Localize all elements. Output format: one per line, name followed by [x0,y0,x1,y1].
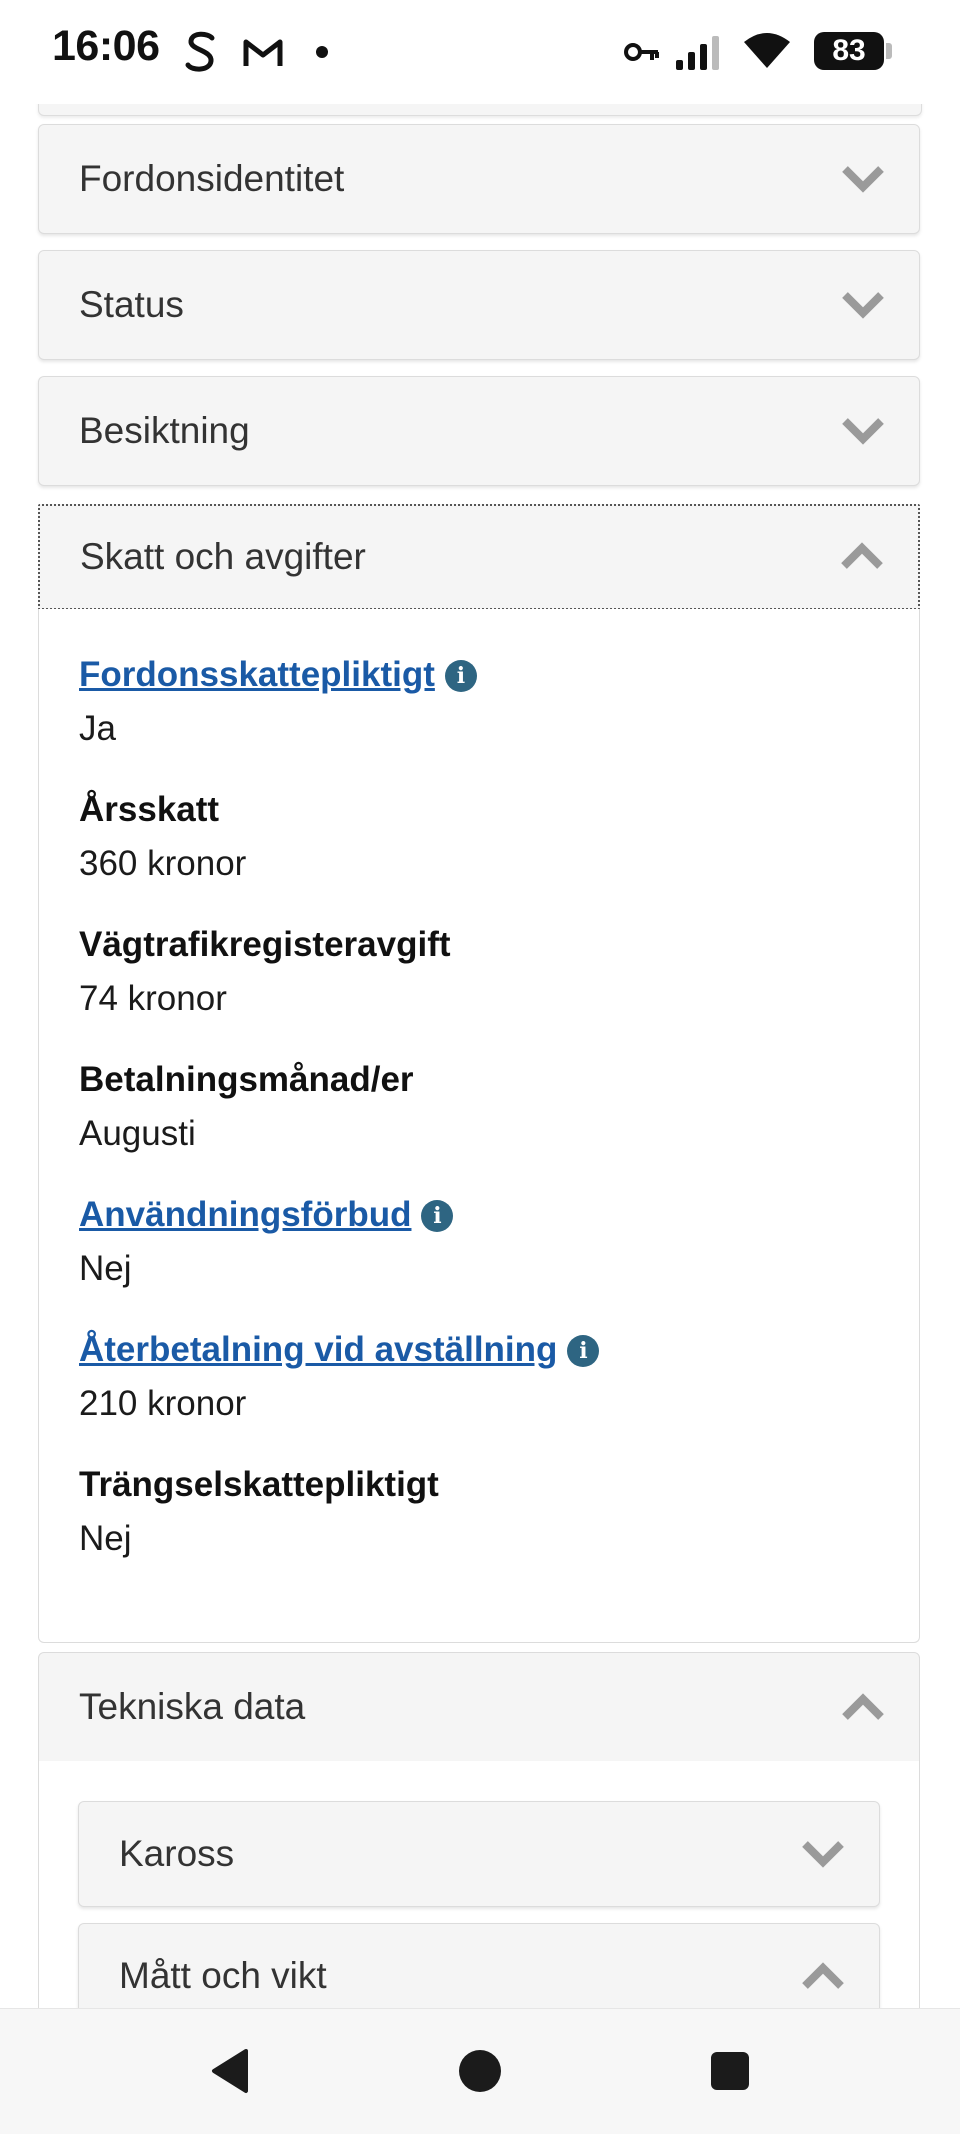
info-icon[interactable]: i [567,1335,600,1367]
accordion-title: Besiktning [79,410,250,451]
accordion-title: Tekniska data [79,1686,306,1727]
previous-panel-edge [38,104,922,116]
gmail-icon [243,39,283,66]
info-icon[interactable]: i [444,660,477,692]
accordion-title: Mått och vikt [119,1955,327,1996]
field-anvandningsforbud: Användningsförbud i Nej [79,1193,454,1291]
info-icon[interactable]: i [421,1200,454,1232]
field-fordonsskattepliktigt: Fordonsskattepliktigt i Ja [79,653,477,751]
field-value: 210 kronor [79,1384,247,1423]
back-icon[interactable] [208,2047,252,2095]
chevron-down-icon [802,1841,844,1868]
s-app-icon [185,31,215,72]
field-aterbetalning: Återbetalning vid avställning i 210 krono… [79,1328,600,1426]
field-value: 360 kronor [79,844,247,883]
accordion-title: Fordonsidentitet [79,158,345,199]
accordion-kaross[interactable]: Kaross [78,1801,880,1907]
accordion-fordonsidentitet[interactable]: Fordonsidentitet [38,124,920,234]
chevron-up-icon [802,1962,844,1989]
accordion-title: Status [79,284,184,325]
field-betalningsmanad: Betalningsmånad/er Augusti [79,1058,414,1156]
battery-level: 83 [832,34,866,67]
key-icon [624,43,659,61]
field-label: Vägtrafikregisteravgift [79,925,451,964]
accordion-status[interactable]: Status [38,250,920,360]
field-value: Nej [79,1249,132,1288]
tax-section-body: Fordonsskattepliktigt i Ja Årsskatt 360 k… [38,609,920,1643]
chevron-down-icon [842,418,884,445]
notification-dot-icon [316,46,328,58]
field-label: Trängselskattepliktigt [79,1465,439,1504]
chevron-down-icon [842,166,884,193]
field-label: Betalningsmånad/er [79,1060,414,1099]
accordion-title: Kaross [119,1833,235,1874]
status-bar: 16:06 83 [0,0,960,104]
fordonsskattepliktigt-link[interactable]: Fordonsskattepliktigt [79,655,435,694]
field-trangselskatt: Trängselskattepliktigt Nej [79,1463,439,1561]
accordion-tekniska-data[interactable]: Tekniska data [38,1652,920,1762]
field-value: 74 kronor [79,979,227,1018]
field-value: Nej [79,1519,132,1558]
signal-icon [676,36,719,70]
recents-icon[interactable] [708,2047,752,2095]
field-value: Ja [79,709,116,748]
battery-icon: 83 [814,32,884,70]
accordion-matt-och-vikt[interactable]: Mått och vikt [78,1923,880,2008]
home-icon[interactable] [458,2047,502,2095]
accordion-besiktning[interactable]: Besiktning [38,376,920,486]
battery-nub [886,43,892,59]
field-vagtrafikregisteravgift: Vägtrafikregisteravgift 74 kronor [79,923,451,1021]
field-arsskatt: Årsskatt 360 kronor [79,788,246,886]
chevron-up-icon [842,1693,884,1720]
clock: 16:06 [52,22,160,70]
chevron-up-icon [841,542,883,569]
system-navigation-bar [0,2008,960,2134]
field-value: Augusti [79,1114,196,1153]
chevron-down-icon [842,292,884,319]
aterbetalning-link[interactable]: Återbetalning vid avställning [79,1330,557,1369]
accordion-title: Skatt och avgifter [80,536,366,577]
field-label: Årsskatt [79,790,220,829]
wifi-icon [744,33,790,68]
accordion-skatt-och-avgifter[interactable]: Skatt och avgifter [38,504,920,610]
page-content: Fordonsidentitet Status Besiktning Skatt… [0,104,960,2008]
anvandningsforbud-link[interactable]: Användningsförbud [79,1195,411,1234]
